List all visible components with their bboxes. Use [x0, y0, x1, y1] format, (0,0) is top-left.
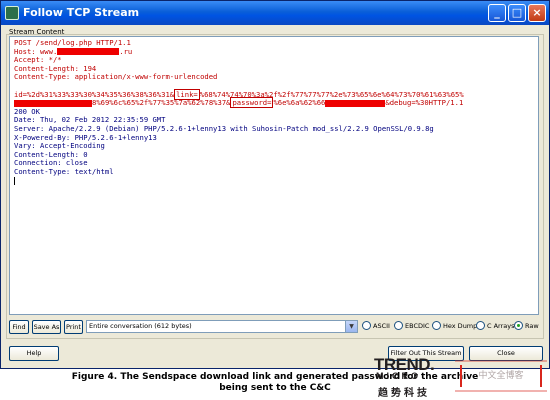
close-window-button[interactable]: × — [528, 4, 546, 22]
password-highlight: password= — [230, 97, 274, 109]
redaction-bar — [57, 48, 120, 56]
radio-indicator — [394, 320, 403, 330]
maximize-button[interactable]: □ — [508, 4, 526, 22]
radio-indicator — [432, 320, 441, 330]
post-body-line-2: 8%69%6c%65%2f%77%35%7a%62%78%37& password… — [14, 97, 463, 109]
radio-raw[interactable]: Raw — [514, 320, 539, 332]
watermark-blog: 中文全博客 — [460, 365, 542, 387]
radio-hex-dump[interactable]: Hex Dump — [432, 320, 477, 332]
save-as-button[interactable]: Save As — [32, 320, 61, 334]
redaction-bar — [325, 99, 386, 107]
radio-c-arrays[interactable]: C Arrays — [476, 320, 515, 332]
print-button[interactable]: Print — [64, 320, 83, 334]
trend-micro-watermark: TREND. MICRO 趋势科技 中文全博客 — [370, 355, 550, 400]
wireshark-app-icon — [5, 6, 19, 20]
title-bar[interactable]: Follow TCP Stream _ □ × — [1, 1, 549, 25]
stream-content-text[interactable]: POST /send/log.php HTTP/1.1 Host: www. .r… — [9, 36, 539, 315]
conversation-select[interactable]: Entire conversation (612 bytes) ▼ — [86, 320, 358, 333]
text-cursor — [14, 176, 15, 185]
chevron-down-icon[interactable]: ▼ — [345, 321, 357, 332]
find-toolbar: Find Save As Print Entire conversation (… — [9, 320, 545, 334]
window-title: Follow TCP Stream — [23, 6, 140, 19]
radio-ebcdic[interactable]: EBCDIC — [394, 320, 429, 332]
tcp-stream-window: Follow TCP Stream _ □ × Stream Content P… — [0, 0, 550, 369]
help-button[interactable]: Help — [9, 346, 59, 361]
radio-ascii[interactable]: ASCII — [362, 320, 390, 332]
watermark-sub: MICRO — [376, 371, 421, 381]
request-line: Content-Type: application/x-www-form-url… — [14, 72, 218, 82]
stream-content-label: Stream Content — [9, 28, 65, 36]
radio-indicator — [476, 320, 485, 330]
redaction-bar — [14, 99, 92, 107]
conversation-select-value: Entire conversation (612 bytes) — [89, 322, 192, 330]
radio-indicator-selected — [514, 320, 523, 330]
find-button[interactable]: Find — [9, 320, 29, 334]
watermark-chinese: 趋势科技 — [378, 388, 430, 399]
response-line: Content-Type: text/html — [14, 166, 114, 176]
radio-indicator — [362, 320, 371, 330]
minimize-button[interactable]: _ — [488, 4, 506, 22]
